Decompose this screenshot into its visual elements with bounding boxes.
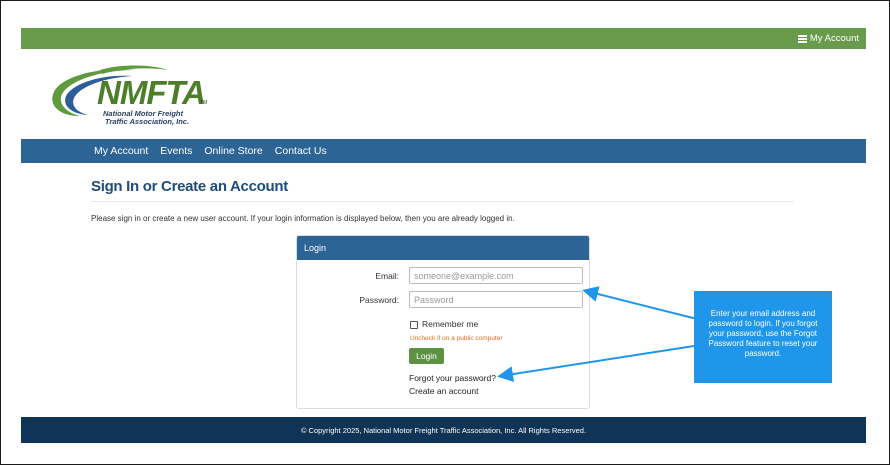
nav-item-events[interactable]: Events — [160, 145, 192, 157]
list-icon — [797, 34, 807, 43]
remember-me-hint: Uncheck if on a public computer — [410, 335, 503, 342]
nmfta-logo[interactable]: NMFTA TM National Motor Freight Traffic … — [40, 60, 215, 130]
my-account-link[interactable]: My Account — [797, 33, 859, 44]
main-nav: My Account Events Online Store Contact U… — [21, 139, 866, 163]
title-divider — [91, 201, 794, 202]
create-account-link[interactable]: Create an account — [409, 386, 478, 396]
login-panel-title: Login — [297, 236, 589, 260]
logo-trademark: TM — [200, 100, 208, 106]
remember-me-checkbox[interactable] — [410, 321, 418, 329]
email-placeholder: someone@example.com — [414, 271, 514, 281]
logo-subtitle-line2: Traffic Association, Inc. — [105, 117, 190, 126]
nav-item-contact-us[interactable]: Contact Us — [275, 145, 327, 157]
footer-copyright: © Copyright 2025, National Motor Freight… — [21, 417, 866, 443]
remember-me-label[interactable]: Remember me — [422, 319, 478, 329]
login-button[interactable]: Login — [409, 348, 444, 364]
password-label: Password: — [359, 295, 399, 305]
logo-subtitle: National Motor Freight Traffic Associati… — [103, 110, 189, 126]
nav-item-my-account[interactable]: My Account — [94, 145, 148, 157]
nav-item-online-store[interactable]: Online Store — [204, 145, 262, 157]
email-label: Email: — [375, 271, 399, 281]
login-panel: Login Email: someone@example.com Passwor… — [296, 235, 590, 409]
password-field[interactable]: Password — [409, 291, 583, 308]
instruction-callout: Enter your email address and password to… — [694, 291, 832, 383]
email-field[interactable]: someone@example.com — [409, 267, 583, 284]
password-placeholder: Password — [414, 295, 454, 305]
page-title: Sign In or Create an Account — [91, 178, 288, 195]
top-utility-bar: My Account — [21, 28, 866, 49]
my-account-label: My Account — [809, 33, 859, 44]
logo-wordmark: NMFTA — [97, 74, 206, 111]
intro-text: Please sign in or create a new user acco… — [91, 214, 515, 223]
forgot-password-link[interactable]: Forgot your password? — [409, 373, 496, 383]
